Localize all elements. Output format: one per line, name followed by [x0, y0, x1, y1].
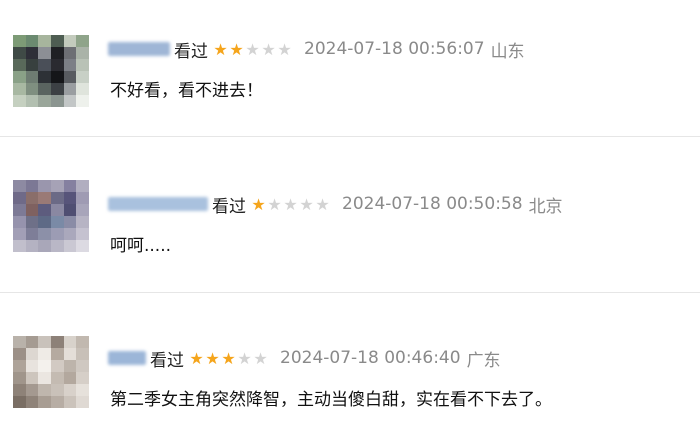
avatar[interactable]	[13, 336, 89, 408]
review-content: 呵呵.....	[110, 236, 172, 256]
rating-stars: ★ ★ ★ ★ ★	[212, 40, 292, 59]
star-filled-icon: ★	[205, 348, 219, 368]
review-time: 2024-07-18 00:56:07	[304, 39, 485, 59]
review-meta: 看过 ★ ★ ★ ★ ★ 2024-07-18 00:50:58 北京	[108, 191, 563, 217]
star-empty-icon: ★	[237, 348, 251, 368]
review-meta: 看过 ★ ★ ★ ★ ★ 2024-07-18 00:56:07 山东	[108, 36, 525, 62]
star-empty-icon: ★	[277, 39, 291, 59]
review-content: 不好看，看不进去！	[110, 81, 263, 101]
star-filled-icon: ★	[213, 39, 227, 59]
username[interactable]	[108, 351, 146, 365]
rating-stars: ★ ★ ★ ★ ★	[188, 349, 268, 368]
star-filled-icon: ★	[251, 194, 265, 214]
star-empty-icon: ★	[283, 194, 297, 214]
review-meta: 看过 ★ ★ ★ ★ ★ 2024-07-18 00:46:40 广东	[108, 345, 501, 371]
star-filled-icon: ★	[189, 348, 203, 368]
avatar[interactable]	[13, 35, 89, 107]
star-empty-icon: ★	[261, 39, 275, 59]
star-empty-icon: ★	[315, 194, 329, 214]
watched-label: 看过	[150, 350, 184, 371]
review-time: 2024-07-18 00:46:40	[280, 348, 461, 368]
star-filled-icon: ★	[221, 348, 235, 368]
star-empty-icon: ★	[253, 348, 267, 368]
username[interactable]	[108, 197, 208, 211]
review-content: 第二季女主角突然降智，主动当傻白甜，实在看不下去了。	[110, 390, 552, 410]
star-empty-icon: ★	[267, 194, 281, 214]
review-location: 广东	[466, 350, 501, 371]
watched-label: 看过	[174, 41, 208, 62]
star-empty-icon: ★	[245, 39, 259, 59]
rating-stars: ★ ★ ★ ★ ★	[250, 195, 330, 214]
avatar[interactable]	[13, 180, 89, 252]
divider	[0, 292, 700, 293]
watched-label: 看过	[212, 196, 246, 217]
divider	[0, 136, 700, 137]
username[interactable]	[108, 42, 170, 56]
star-empty-icon: ★	[299, 194, 313, 214]
star-filled-icon: ★	[229, 39, 243, 59]
review-time: 2024-07-18 00:50:58	[342, 194, 523, 214]
review-location: 山东	[490, 41, 525, 62]
review-location: 北京	[528, 196, 563, 217]
